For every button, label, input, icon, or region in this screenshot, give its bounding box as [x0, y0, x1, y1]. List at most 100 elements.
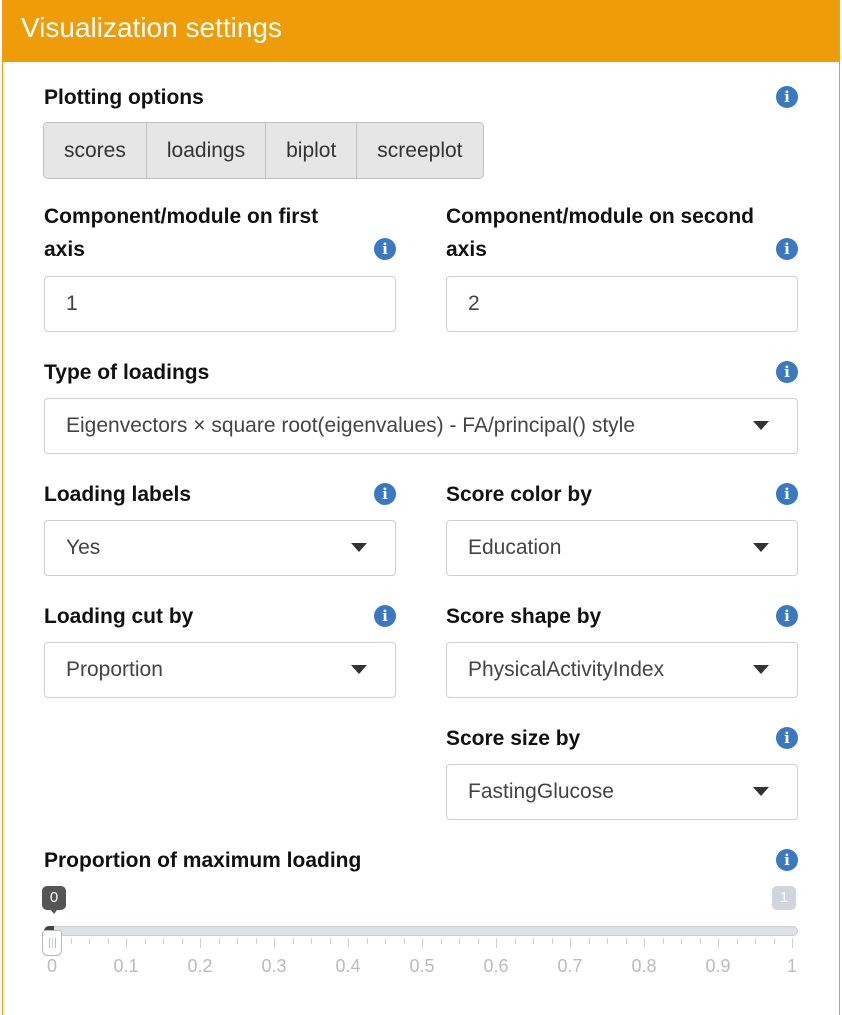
slider-major-tick [422, 938, 423, 948]
slider-minor-tick [699, 938, 701, 944]
second-axis-value: 2 [468, 292, 480, 315]
slider-major-tick [792, 938, 793, 948]
slider-major-tick [570, 938, 571, 948]
proportion-slider-label: Proportion of maximum loading [44, 849, 362, 872]
slider-minor-tick [292, 938, 294, 944]
loading-labels-select[interactable]: Yes [44, 520, 396, 576]
info-icon[interactable]: i [776, 483, 798, 505]
slider-tick-label: 0.5 [409, 956, 435, 976]
chevron-down-icon [351, 665, 367, 674]
slider-minor-tick [311, 938, 312, 944]
chevron-down-icon [753, 421, 769, 430]
slider-major-tick [644, 938, 645, 948]
chevron-down-icon [753, 665, 769, 674]
slider-minor-tick [70, 938, 72, 944]
slider-minor-tick [755, 938, 756, 944]
slider-tick-label: 0.9 [705, 956, 731, 976]
slider-minor-tick [89, 938, 90, 944]
chevron-down-icon [753, 543, 769, 552]
slider-minor-tick [144, 938, 146, 944]
slider-tick-label: 0.7 [557, 956, 583, 976]
slider-minor-tick [662, 938, 664, 944]
proportion-slider[interactable]: 0 1 0 0.1 0.2 0.3 0.4 0.5 0.6 0.7 0.8 0.9 1 [42, 880, 798, 990]
info-icon[interactable]: i [776, 238, 798, 260]
slider-minor-tick [329, 938, 331, 944]
slider-minor-tick [607, 938, 608, 944]
score-size-by-select[interactable]: FastingGlucose [446, 764, 798, 820]
info-icon[interactable]: i [374, 605, 396, 627]
slider-minor-tick [107, 938, 109, 944]
slider-minor-tick [181, 938, 183, 944]
first-axis-input[interactable]: 1 [44, 276, 396, 332]
slider-minor-tick [163, 938, 164, 944]
slider-tick-label: 1 [786, 956, 798, 976]
slider-minor-tick [440, 938, 442, 944]
scores-button[interactable]: scores [44, 123, 147, 178]
type-of-loadings-value: Eigenvectors × square root(eigenvalues) … [66, 414, 636, 437]
chevron-down-icon [351, 543, 367, 552]
slider-minor-tick [773, 938, 775, 944]
slider-minor-tick [218, 938, 220, 944]
score-color-by-select[interactable]: Education [446, 520, 798, 576]
info-icon[interactable]: i [776, 849, 798, 871]
score-size-by-label: Score size by [446, 727, 581, 750]
slider-minor-tick [403, 938, 405, 944]
plotting-options-button-group: scores loadings biplot screeplot [43, 122, 484, 179]
info-icon[interactable]: i [776, 361, 798, 383]
slider-minor-tick [736, 938, 738, 944]
slider-minor-tick [533, 938, 534, 944]
screeplot-button[interactable]: screeplot [357, 123, 483, 178]
slider-tick-label: 0.1 [113, 956, 139, 976]
slider-minor-tick [477, 938, 479, 944]
slider-minor-tick [255, 938, 257, 944]
info-icon[interactable]: i [374, 238, 396, 260]
first-axis-value: 1 [66, 292, 78, 315]
second-axis-input[interactable]: 2 [446, 276, 798, 332]
loading-labels-value: Yes [66, 536, 101, 559]
slider-major-tick [126, 938, 127, 948]
slider-major-tick [496, 938, 497, 948]
loadings-button[interactable]: loadings [146, 123, 267, 178]
score-shape-by-value: PhysicalActivityIndex [468, 658, 665, 681]
slider-minor-tick [588, 938, 590, 944]
slider-minor-tick [514, 938, 516, 944]
slider-minor-tick [385, 938, 386, 944]
slider-major-tick [348, 938, 349, 948]
slider-tick-label: 0.6 [483, 956, 509, 976]
slider-major-tick [274, 938, 275, 948]
slider-from-value: 0 [42, 886, 66, 914]
type-of-loadings-select[interactable]: Eigenvectors × square root(eigenvalues) … [44, 398, 798, 454]
biplot-button[interactable]: biplot [266, 123, 358, 178]
slider-major-tick [200, 938, 201, 948]
slider-tick-label: 0.2 [187, 956, 213, 976]
info-icon[interactable]: i [374, 483, 396, 505]
score-shape-by-select[interactable]: PhysicalActivityIndex [446, 642, 798, 698]
loading-cut-by-select[interactable]: Proportion [44, 642, 396, 698]
info-icon[interactable]: i [776, 605, 798, 627]
slider-tick-label: 0.4 [335, 956, 361, 976]
type-of-loadings-label: Type of loadings [44, 361, 210, 384]
panel-header: Visualization settings [3, 0, 839, 62]
score-shape-by-label: Score shape by [446, 605, 602, 628]
slider-minor-tick [366, 938, 368, 944]
first-axis-label-line1: Component/module on first [44, 205, 319, 228]
slider-major-tick [52, 938, 53, 948]
info-icon[interactable]: i [776, 86, 798, 108]
slider-tick-label: 0.8 [631, 956, 657, 976]
slider-minor-tick [237, 938, 238, 944]
slider-minor-tick [551, 938, 553, 944]
first-axis-label-line2: axis [44, 238, 85, 261]
slider-minor-tick [681, 938, 682, 944]
chevron-down-icon [753, 787, 769, 796]
panel-title: Visualization settings [21, 12, 282, 43]
loading-cut-by-label: Loading cut by [44, 605, 194, 628]
second-axis-label-line1: Component/module on second [446, 205, 754, 228]
second-axis-label-line2: axis [446, 238, 487, 261]
slider-track[interactable] [44, 926, 798, 936]
slider-to-value: 1 [772, 886, 796, 910]
slider-minor-tick [459, 938, 460, 944]
info-icon[interactable]: i [776, 727, 798, 749]
loading-labels-label: Loading labels [44, 483, 192, 506]
plotting-options-label: Plotting options [44, 86, 204, 109]
score-color-by-value: Education [468, 536, 562, 559]
